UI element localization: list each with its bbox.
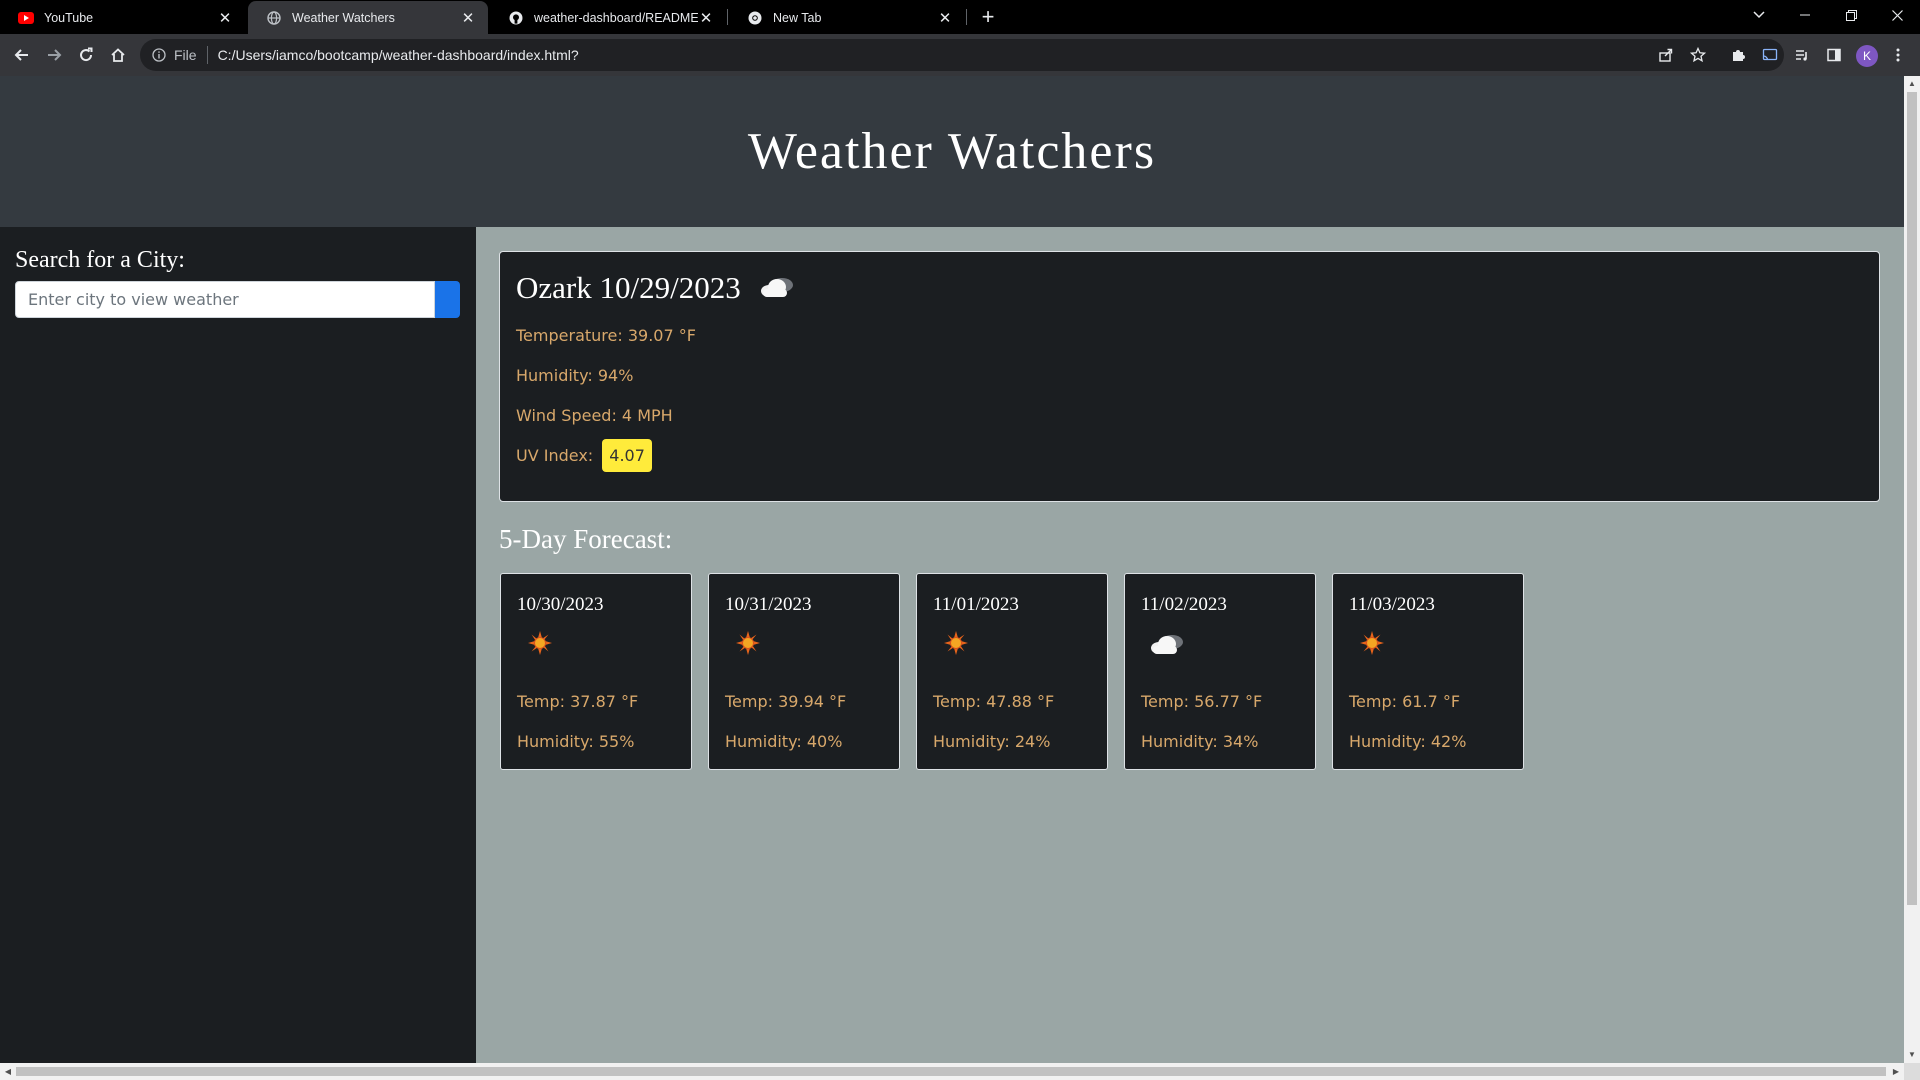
cloudy-icon <box>755 275 797 301</box>
search-sidebar: Search for a City: <box>0 227 476 1063</box>
uv-label: UV Index: <box>516 446 594 465</box>
scheme-label: File <box>174 47 197 63</box>
scroll-right-arrow-icon[interactable]: ▶ <box>1888 1063 1904 1080</box>
horizontal-scroll-thumb[interactable] <box>16 1067 1886 1076</box>
tab-separator <box>727 9 728 25</box>
share-icon[interactable] <box>1655 44 1677 66</box>
reload-button[interactable] <box>72 41 100 69</box>
github-icon <box>508 10 524 26</box>
forecast-temp: Temp: 56.77 °F <box>1141 692 1263 711</box>
tab-youtube[interactable]: YouTube ✕ <box>0 1 245 34</box>
tab-search-icon[interactable] <box>1736 0 1782 30</box>
forecast-humidity: Humidity: 40% <box>725 732 843 751</box>
scroll-down-arrow-icon[interactable]: ▼ <box>1904 1047 1920 1063</box>
forecast-date: 10/30/2023 <box>517 594 604 615</box>
current-humidity: Humidity: 94% <box>516 366 634 385</box>
media-queue-icon[interactable] <box>1791 44 1813 66</box>
url-text[interactable]: C:/Users/iamco/bootcamp/weather-dashboar… <box>218 47 579 63</box>
arrow-right-icon <box>48 49 62 61</box>
back-button[interactable] <box>8 41 36 69</box>
tab-separator <box>966 9 967 25</box>
bookmark-star-icon[interactable] <box>1687 44 1709 66</box>
home-icon <box>111 48 125 62</box>
forecast-date: 11/02/2023 <box>1141 594 1227 615</box>
forecast-date: 10/31/2023 <box>725 594 812 615</box>
home-button[interactable] <box>104 41 132 69</box>
address-bar[interactable]: File C:/Users/iamco/bootcamp/weather-das… <box>140 39 1784 71</box>
search-label: Search for a City: <box>15 247 185 273</box>
forecast-card: 11/01/2023 Temp: 47.88 °F Humidity: 24% <box>916 573 1108 770</box>
close-tab-icon[interactable]: ✕ <box>460 9 476 27</box>
tab-github-readme[interactable]: weather-dashboard/README.md ✕ <box>490 1 726 34</box>
close-tab-icon[interactable]: ✕ <box>698 9 714 27</box>
reload-icon <box>80 47 93 62</box>
city-date-text: Ozark 10/29/2023 <box>516 270 741 305</box>
scrollbar-corner <box>1904 1063 1920 1080</box>
sun-icon <box>735 630 761 661</box>
tab-weather-watchers[interactable]: Weather Watchers ✕ <box>248 1 488 34</box>
forecast-humidity: Humidity: 42% <box>1349 732 1467 751</box>
new-tab-button[interactable]: + <box>976 5 1000 29</box>
forecast-temp: Temp: 61.7 °F <box>1349 692 1461 711</box>
forecast-humidity: Humidity: 34% <box>1141 732 1259 751</box>
forecast-heading: 5-Day Forecast: <box>499 524 673 554</box>
browser-tab-strip: YouTube ✕ Weather Watchers ✕ weather-das… <box>0 0 1920 34</box>
city-search-input[interactable] <box>15 281 435 318</box>
tab-title: Weather Watchers <box>292 10 395 25</box>
cloudy-icon <box>1145 632 1187 663</box>
site-info-icon[interactable] <box>150 46 168 64</box>
search-button[interactable] <box>435 281 460 318</box>
close-tab-icon[interactable]: ✕ <box>217 9 233 27</box>
profile-avatar[interactable]: K <box>1856 45 1878 67</box>
forecast-date: 11/03/2023 <box>1349 594 1435 615</box>
menu-kebab-icon[interactable] <box>1887 44 1909 66</box>
forecast-card: 11/03/2023 Temp: 61.7 °F Humidity: 42% <box>1332 573 1524 770</box>
tab-new-tab[interactable]: New Tab ✕ <box>729 1 965 34</box>
horizontal-scrollbar[interactable]: ◀ ▶ <box>0 1063 1904 1080</box>
current-uv-index: UV Index: 4.07 <box>516 439 652 472</box>
scroll-up-arrow-icon[interactable]: ▲ <box>1904 76 1920 92</box>
restore-icon[interactable] <box>1828 0 1874 30</box>
omnibox-divider <box>206 46 208 64</box>
youtube-icon <box>18 10 34 26</box>
arrow-left-icon <box>14 49 28 61</box>
forecast-temp: Temp: 37.87 °F <box>517 692 639 711</box>
page-viewport: Weather Watchers Search for a City: Ozar… <box>0 76 1904 1063</box>
page-header: Weather Watchers <box>0 76 1904 227</box>
forecast-card: 10/30/2023 Temp: 37.87 °F Humidity: 55% <box>500 573 692 770</box>
close-tab-icon[interactable]: ✕ <box>937 9 953 27</box>
browser-toolbar: File C:/Users/iamco/bootcamp/weather-das… <box>0 34 1920 76</box>
current-wind-speed: Wind Speed: 4 MPH <box>516 406 673 425</box>
sun-icon <box>943 630 969 661</box>
side-panel-icon[interactable] <box>1823 44 1845 66</box>
forecast-card: 10/31/2023 Temp: 39.94 °F Humidity: 40% <box>708 573 900 770</box>
forecast-date: 11/01/2023 <box>933 594 1019 615</box>
current-weather-heading: Ozark 10/29/2023 <box>516 270 797 306</box>
forecast-temp: Temp: 47.88 °F <box>933 692 1055 711</box>
page-title: Weather Watchers <box>747 123 1157 180</box>
forecast-humidity: Humidity: 24% <box>933 732 1051 751</box>
tab-title: New Tab <box>773 10 822 25</box>
sun-icon <box>527 630 553 661</box>
forward-button[interactable] <box>40 41 68 69</box>
globe-icon <box>266 10 282 26</box>
minimize-icon[interactable] <box>1782 0 1828 30</box>
tab-title: YouTube <box>44 10 94 25</box>
extensions-puzzle-icon[interactable] <box>1727 44 1749 66</box>
scroll-left-arrow-icon[interactable]: ◀ <box>0 1063 16 1080</box>
cast-icon[interactable] <box>1759 44 1781 66</box>
current-weather-card: Ozark 10/29/2023 Temperature: 39.07 °F H… <box>499 251 1880 502</box>
tab-title: weather-dashboard/README.md <box>534 10 698 25</box>
chrome-icon <box>747 10 763 26</box>
vertical-scrollbar[interactable]: ▲ ▼ <box>1904 76 1920 1063</box>
uv-index-badge: 4.07 <box>602 439 652 472</box>
forecast-card: 11/02/2023 Temp: 56.77 °F Humidity: 34% <box>1124 573 1316 770</box>
current-temperature: Temperature: 39.07 °F <box>516 326 696 345</box>
forecast-temp: Temp: 39.94 °F <box>725 692 847 711</box>
close-window-icon[interactable] <box>1874 0 1920 30</box>
sun-icon <box>1359 630 1385 661</box>
forecast-humidity: Humidity: 55% <box>517 732 635 751</box>
vertical-scroll-thumb[interactable] <box>1907 92 1917 905</box>
